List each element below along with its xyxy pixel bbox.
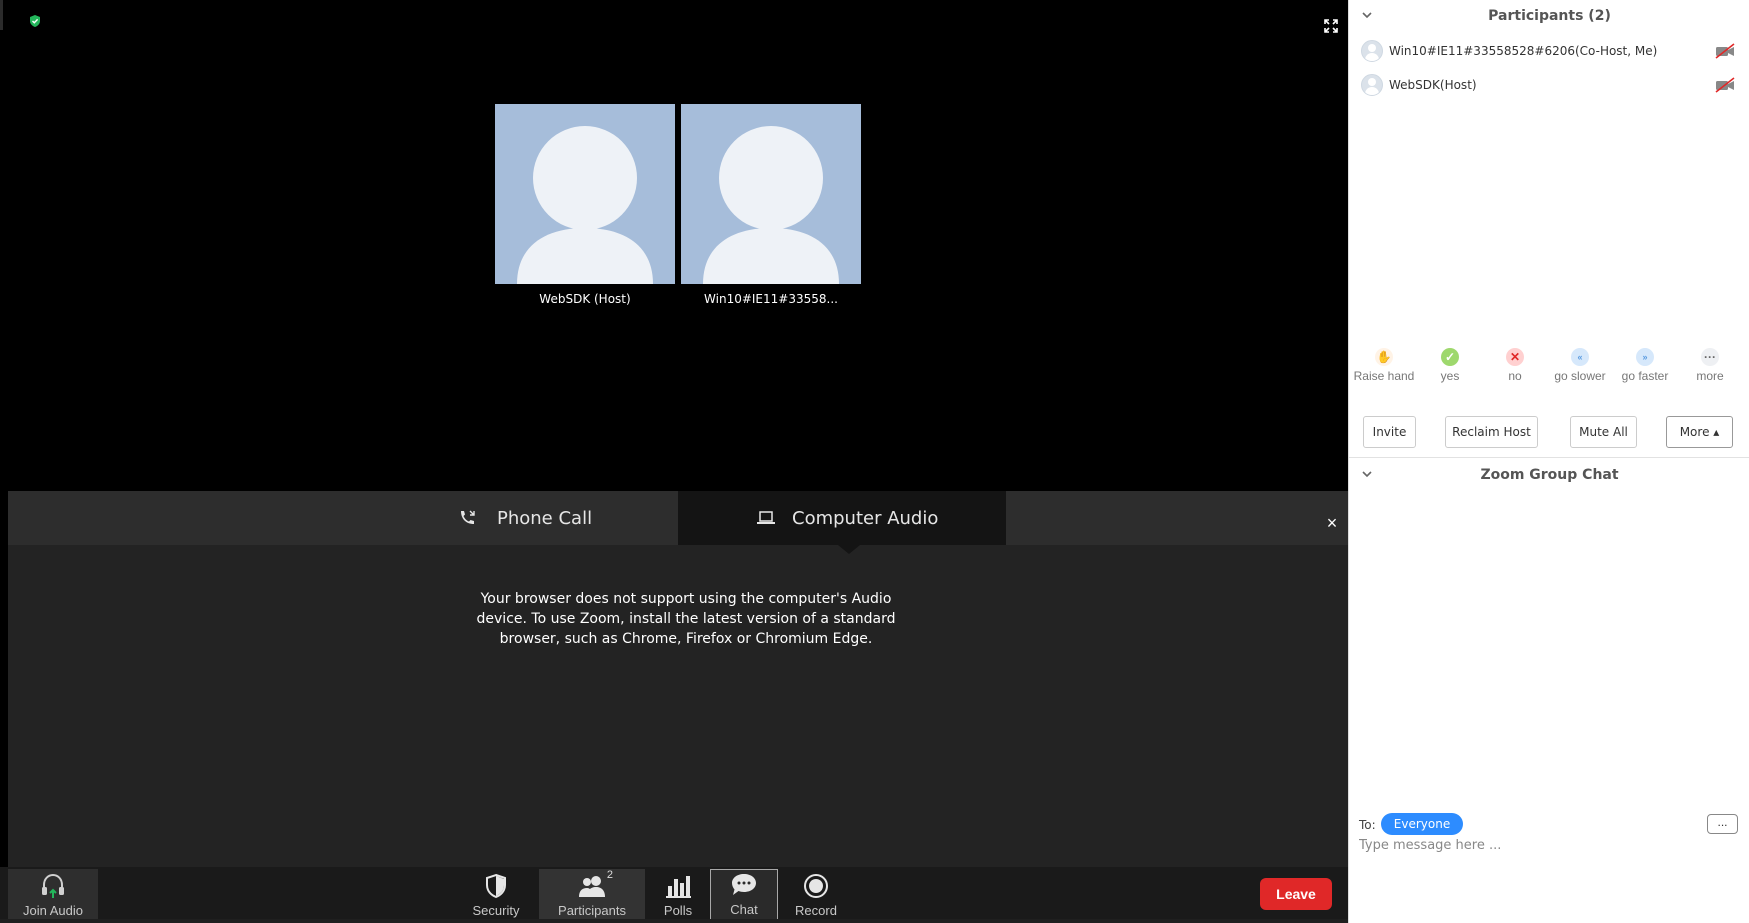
reaction-label: Raise hand xyxy=(1353,369,1415,383)
chat-button[interactable]: Chat xyxy=(710,869,778,921)
reaction-label: no xyxy=(1508,369,1522,383)
no-button[interactable]: ✕ no xyxy=(1480,348,1550,383)
video-tile[interactable] xyxy=(495,104,675,284)
left-edge-bar xyxy=(0,0,3,30)
footer-bottom-strip xyxy=(0,919,1348,923)
selected-tab-caret xyxy=(838,545,860,554)
video-off-icon[interactable] xyxy=(1715,43,1735,59)
participant-name: WebSDK(Host) xyxy=(1389,78,1477,92)
more-button[interactable]: More ▴ xyxy=(1666,416,1733,448)
tab-computer-audio[interactable]: Computer Audio xyxy=(678,491,1006,545)
meeting-toolbar: Join Audio Security 2 Participants Polls… xyxy=(0,867,1348,923)
participant-count-badge: 2 xyxy=(606,869,613,881)
invite-button[interactable]: Invite xyxy=(1363,416,1416,448)
chat-more-button[interactable]: ... xyxy=(1707,814,1738,834)
reaction-label: go slower xyxy=(1554,369,1606,383)
record-icon xyxy=(804,874,828,898)
go-slower-button[interactable]: « go slower xyxy=(1545,348,1615,383)
chat-recipient-select[interactable]: Everyone xyxy=(1381,813,1463,835)
reclaim-host-button[interactable]: Reclaim Host xyxy=(1445,416,1538,448)
laptop-icon xyxy=(757,511,775,524)
tab-phone-call[interactable]: Phone Call xyxy=(448,491,678,545)
raise-hand-button[interactable]: ✋ Raise hand xyxy=(1349,348,1419,383)
tab-phone-call-label: Phone Call xyxy=(497,507,593,529)
shield-icon xyxy=(486,873,506,899)
reaction-label: more xyxy=(1696,369,1724,383)
video-tile[interactable] xyxy=(681,104,861,284)
security-button[interactable]: Security xyxy=(466,869,526,921)
browser-unsupported-message: Your browser does not support using the … xyxy=(476,591,896,647)
tab-computer-audio-label: Computer Audio xyxy=(792,507,939,529)
check-icon: ✓ xyxy=(1441,348,1459,366)
chat-message-input[interactable] xyxy=(1359,834,1737,856)
yes-button[interactable]: ✓ yes xyxy=(1415,348,1485,383)
video-off-icon[interactable] xyxy=(1715,77,1735,93)
participants-label: Participants xyxy=(558,903,626,918)
fullscreen-icon[interactable] xyxy=(1324,19,1340,35)
encryption-shield-icon[interactable] xyxy=(28,14,42,28)
panel-divider xyxy=(1349,457,1749,458)
more-dots-icon: ··· xyxy=(1701,348,1719,366)
participants-panel-title: Participants (2) xyxy=(1488,8,1611,24)
bar-chart-icon xyxy=(666,876,691,898)
participants-button[interactable]: 2 Participants xyxy=(539,869,645,921)
record-button[interactable]: Record xyxy=(786,869,846,921)
go-faster-icon: » xyxy=(1636,348,1654,366)
avatar-placeholder-icon xyxy=(703,126,839,284)
more-reactions-button[interactable]: ··· more xyxy=(1675,348,1745,383)
phone-icon xyxy=(461,510,475,524)
participant-row[interactable]: Win10#IE11#33558528#6206(Co-Host, Me) xyxy=(1361,37,1739,65)
close-icon[interactable]: × xyxy=(1324,514,1340,532)
chat-bubble-icon xyxy=(732,874,756,895)
avatar xyxy=(1361,40,1383,62)
security-label: Security xyxy=(472,903,520,918)
polls-label: Polls xyxy=(663,903,693,918)
headphones-icon xyxy=(42,873,64,898)
right-sidebar: Participants (2) Win10#IE11#33558528#620… xyxy=(1348,0,1749,923)
go-slower-icon: « xyxy=(1571,348,1589,366)
participant-name: Win10#IE11#33558528#6206(Co-Host, Me) xyxy=(1389,44,1658,58)
join-audio-label: Join Audio xyxy=(23,903,83,918)
record-label: Record xyxy=(795,903,837,918)
x-icon: ✕ xyxy=(1506,348,1524,366)
chat-to-label: To: xyxy=(1359,818,1376,832)
reaction-label: go faster xyxy=(1621,369,1669,383)
join-audio-button[interactable]: Join Audio xyxy=(8,869,98,921)
participants-icon xyxy=(579,876,605,897)
video-tile-name: Win10#IE11#33558... xyxy=(704,292,838,306)
zoom-web-client: WebSDK (Host) Win10#IE11#33558... Phone … xyxy=(0,0,1749,923)
audio-tab-bar: Phone Call Computer Audio xyxy=(8,491,1348,545)
mute-all-button[interactable]: Mute All xyxy=(1570,416,1637,448)
reaction-label: yes xyxy=(1440,369,1460,383)
participant-row[interactable]: WebSDK(Host) xyxy=(1361,71,1739,99)
leave-button[interactable]: Leave xyxy=(1260,878,1332,910)
raise-hand-icon: ✋ xyxy=(1375,348,1393,366)
chat-panel-title: Zoom Group Chat xyxy=(1480,467,1619,483)
avatar-placeholder-icon xyxy=(517,126,653,284)
join-audio-panel: Phone Call Computer Audio × Your browser… xyxy=(8,491,1348,867)
chat-label: Chat xyxy=(730,902,758,917)
meeting-area: WebSDK (Host) Win10#IE11#33558... Phone … xyxy=(0,0,1348,923)
nonverbal-feedback-bar: ✋ Raise hand ✓ yes ✕ no « go slower » go… xyxy=(1349,348,1749,388)
avatar xyxy=(1361,74,1383,96)
go-faster-button[interactable]: » go faster xyxy=(1610,348,1680,383)
video-tile-name: WebSDK (Host) xyxy=(539,292,631,306)
polls-button[interactable]: Polls xyxy=(654,869,702,921)
